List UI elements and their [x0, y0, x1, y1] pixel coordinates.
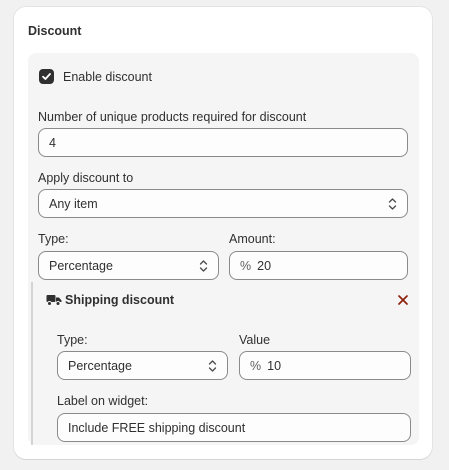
discount-settings-panel: Enable discount Number of unique product…: [28, 53, 419, 445]
shipping-discount-title: Shipping discount: [46, 293, 174, 307]
apply-to-label: Apply discount to: [38, 171, 134, 185]
enable-discount-label: Enable discount: [63, 69, 152, 84]
select-arrows-icon: [208, 360, 217, 372]
type-select[interactable]: Percentage: [38, 251, 219, 280]
checkmark-icon: [42, 73, 51, 80]
shipping-value-prefix: %: [250, 358, 262, 373]
amount-label: Amount:: [229, 232, 276, 246]
select-arrows-icon: [199, 260, 208, 272]
widget-label-label: Label on widget:: [57, 394, 149, 408]
shipping-discount-title-text: Shipping discount: [65, 293, 175, 307]
card-title: Discount: [28, 24, 82, 38]
shipping-type-select[interactable]: Percentage: [57, 351, 228, 380]
discount-card: Discount Enable discount Number of uniqu…: [14, 7, 432, 459]
type-value: Percentage: [49, 258, 113, 273]
shipping-value-label: Value: [239, 333, 271, 347]
shipping-discount-section: Shipping discount Type: Percentage Value…: [31, 282, 411, 445]
shipping-value-input[interactable]: % 10: [239, 351, 411, 380]
remove-shipping-discount-button[interactable]: [395, 292, 411, 308]
shipping-type-label: Type:: [57, 333, 88, 347]
apply-to-select[interactable]: Any item: [38, 189, 408, 218]
amount-value: 20: [257, 258, 272, 273]
enable-discount-row[interactable]: Enable discount: [39, 69, 152, 84]
amount-input[interactable]: % 20: [229, 251, 408, 280]
shipping-type-value: Percentage: [68, 358, 132, 373]
truck-icon: [46, 295, 62, 306]
type-label: Type:: [38, 232, 69, 246]
apply-to-value: Any item: [49, 196, 98, 211]
unique-products-label: Number of unique products required for d…: [38, 110, 307, 124]
close-icon: [398, 295, 408, 305]
enable-discount-checkbox[interactable]: [39, 69, 54, 84]
shipping-value-value: 10: [267, 358, 282, 373]
select-arrows-icon: [388, 198, 397, 210]
unique-products-input[interactable]: 4: [38, 128, 408, 157]
amount-prefix: %: [240, 258, 252, 273]
widget-label-input[interactable]: Include FREE shipping discount: [57, 413, 411, 442]
widget-label-value: Include FREE shipping discount: [68, 420, 246, 435]
unique-products-value: 4: [49, 135, 56, 150]
